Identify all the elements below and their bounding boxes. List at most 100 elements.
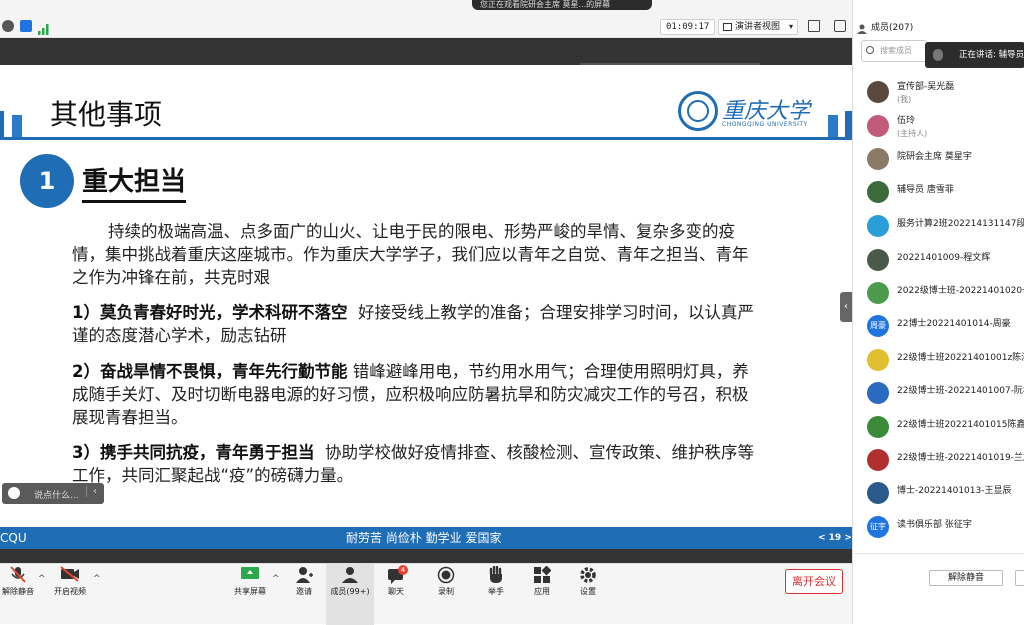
member-name: 22级博士班-20221401019-兰加 — [897, 453, 1024, 463]
member-row[interactable]: 22级博士班-20221401019-兰加 — [853, 445, 1024, 475]
gear-icon — [580, 567, 596, 583]
chat-quick-placeholder: 说点什么... — [34, 491, 79, 501]
member-avatar — [867, 416, 889, 438]
member-name: 博士-20221401013-王显辰 — [897, 486, 1012, 496]
member-row[interactable]: 服务计算2班202214131147段纲 — [853, 211, 1024, 241]
settings-button[interactable]: 设置 — [564, 564, 612, 625]
chat-button[interactable]: 4 聊天 — [372, 564, 420, 625]
share-options-caret-icon[interactable]: ^ — [272, 574, 280, 584]
unmute-label: 解除静音 — [2, 587, 34, 596]
members-icon-small — [857, 19, 867, 34]
speaking-text: 正在讲话: 辅导员 — [959, 50, 1024, 60]
member-avatar — [867, 249, 889, 271]
raise-hand-button[interactable]: 举手 — [472, 564, 520, 625]
share-screen-icon — [241, 567, 259, 579]
list-item-2: 2）奋战旱情不畏惧，青年先行勤节能 错峰避峰用电，节约用水用气；合理使用照明灯具… — [72, 360, 762, 429]
speaking-indicator: 正在讲话: 辅导员 — [925, 42, 1024, 68]
slide-page-indicator[interactable]: < 19 > — [818, 527, 852, 549]
footer-left-label: CQU — [0, 531, 27, 545]
member-row[interactable]: 22级博士班-20221401007-阮林 — [853, 378, 1024, 408]
invite-button[interactable]: 邀请 — [280, 564, 328, 625]
members-label: 成员(99+) — [330, 587, 370, 596]
view-mode-dropdown[interactable]: 演讲者视图 ▾ — [718, 19, 798, 35]
member-name: 22级博士班-20221401007-阮林 — [897, 386, 1024, 396]
section-number-badge: 1 — [20, 154, 74, 208]
meeting-timer: 01:09:17 — [660, 19, 716, 35]
member-name: 2022级博士班-20221401020一 — [897, 286, 1024, 296]
member-name: 22博士20221401014-周豪 — [897, 319, 1011, 329]
member-name: 院研会主席 莫星宇 — [897, 152, 972, 162]
view-mode-label: 演讲者视图 — [735, 22, 781, 32]
member-avatar — [867, 349, 889, 371]
audio-options-caret-icon[interactable]: ^ — [38, 574, 46, 584]
member-name: 22级博士班20221401001z陈浚 — [897, 353, 1024, 363]
signal-icon[interactable] — [38, 20, 50, 35]
more-actions-button[interactable] — [1015, 570, 1024, 586]
settings-label: 设置 — [580, 587, 596, 596]
member-name: 20221401009-程文辉 — [897, 253, 991, 263]
info-icon[interactable] — [2, 20, 14, 32]
slide-bottom-band — [0, 549, 852, 563]
record-button[interactable]: 录制 — [422, 564, 470, 625]
member-row[interactable]: 周豪 22博士20221401014-周豪 — [853, 311, 1024, 341]
member-role: (我) — [897, 95, 912, 104]
chat-unread-badge: 4 — [398, 565, 408, 575]
member-avatar — [867, 181, 889, 203]
video-options-caret-icon[interactable]: ^ — [93, 574, 101, 584]
member-avatar — [867, 282, 889, 304]
member-avatar — [867, 482, 889, 504]
side-collapse-handle[interactable]: ‹ — [840, 292, 852, 322]
member-row[interactable]: 征宇 读书俱乐部 张征宇 — [853, 512, 1024, 542]
member-row[interactable]: 20221401009-程文辉 — [853, 245, 1024, 275]
unmute-button[interactable]: 解除静音 — [0, 564, 42, 625]
member-search-input[interactable]: 搜索成员 — [861, 40, 927, 62]
chat-label: 聊天 — [388, 587, 404, 596]
intro-paragraph: 持续的极端高温、点多面广的山火、让电于民的限电、形势严峻的旱情、复杂多变的疫情，… — [72, 222, 749, 287]
member-row[interactable]: 博士-20221401013-王显辰 — [853, 478, 1024, 508]
member-name: 伍玲 — [897, 116, 916, 126]
list-item-1-heading: 1）莫负青春好时光，学术科研不落空 — [72, 303, 348, 322]
member-name: 读书俱乐部 张征宇 — [897, 520, 972, 530]
list-item-2-heading: 2）奋战旱情不畏惧，青年先行勤节能 — [72, 362, 348, 381]
apps-button[interactable]: 应用 — [518, 564, 566, 625]
member-row[interactable]: 伍玲 (主持人) — [853, 111, 1024, 141]
member-avatar: 周豪 — [867, 315, 889, 337]
meeting-toolbar: 解除静音 ^ 开启视频 ^ 共享屏幕 ^ 邀请 成员(99+) 4 聊天 录制 … — [0, 563, 852, 625]
hand-icon — [489, 566, 502, 583]
screen-share-banner: 您正在观看院研会主席 莫星...的屏幕 — [472, 0, 652, 10]
unmute-all-button[interactable]: 解除静音 — [929, 570, 1003, 586]
chat-quick-input[interactable]: 说点什么... ‹ — [2, 483, 104, 504]
list-item-3: 3）携手共同抗疫，青年勇于担当 协助学校做好疫情排查、核酸检测、宣传政策、维护秩… — [72, 441, 762, 487]
shield-icon[interactable] — [20, 20, 32, 32]
layout-icon — [723, 23, 732, 31]
member-avatar — [867, 148, 889, 170]
share-screen-button[interactable]: 共享屏幕 — [226, 564, 274, 625]
member-row[interactable]: 辅导员 唐雪菲 — [853, 177, 1024, 207]
university-logo-sub: CHONGQING UNIVERSITY — [722, 121, 808, 128]
member-row[interactable]: 22级博士班20221401015陈鑫 — [853, 412, 1024, 442]
member-search-placeholder: 搜索成员 — [880, 46, 912, 55]
member-name: 22级博士班20221401015陈鑫 — [897, 420, 1024, 430]
apps-icon — [534, 566, 551, 583]
member-row[interactable]: 22级博士班20221401001z陈浚 — [853, 345, 1024, 375]
leave-meeting-button[interactable]: 离开会议 — [785, 569, 843, 594]
university-seal-icon — [678, 91, 718, 131]
member-row[interactable]: 2022级博士班-20221401020一 — [853, 278, 1024, 308]
sidebar-toggle-icon[interactable] — [834, 20, 846, 32]
mic-icon — [933, 49, 943, 61]
member-row[interactable]: 宣传部-吴光磊 (我) — [853, 77, 1024, 107]
member-avatar — [867, 449, 889, 471]
chevron-left-icon[interactable]: ‹ — [86, 486, 97, 497]
members-button[interactable]: 成员(99+) — [326, 564, 374, 625]
emoji-icon[interactable] — [8, 487, 20, 499]
slide-title: 其他事项 — [50, 98, 163, 131]
start-video-button[interactable]: 开启视频 — [46, 564, 94, 625]
invite-icon — [296, 567, 313, 583]
list-item-1: 1）莫负青春好时光，学术科研不落空 好接受线上教学的准备；合理安排学习时间，以认… — [72, 301, 762, 347]
member-name: 辅导员 唐雪菲 — [897, 185, 954, 195]
member-row[interactable]: 院研会主席 莫星宇 — [853, 144, 1024, 174]
meeting-top-bar: 01:09:17 演讲者视图 ▾ — [0, 0, 852, 38]
slide-top-band — [0, 38, 852, 65]
fullscreen-icon[interactable] — [808, 20, 820, 32]
footer-motto: 耐劳苦 尚俭朴 勤学业 爱国家 — [346, 531, 502, 545]
